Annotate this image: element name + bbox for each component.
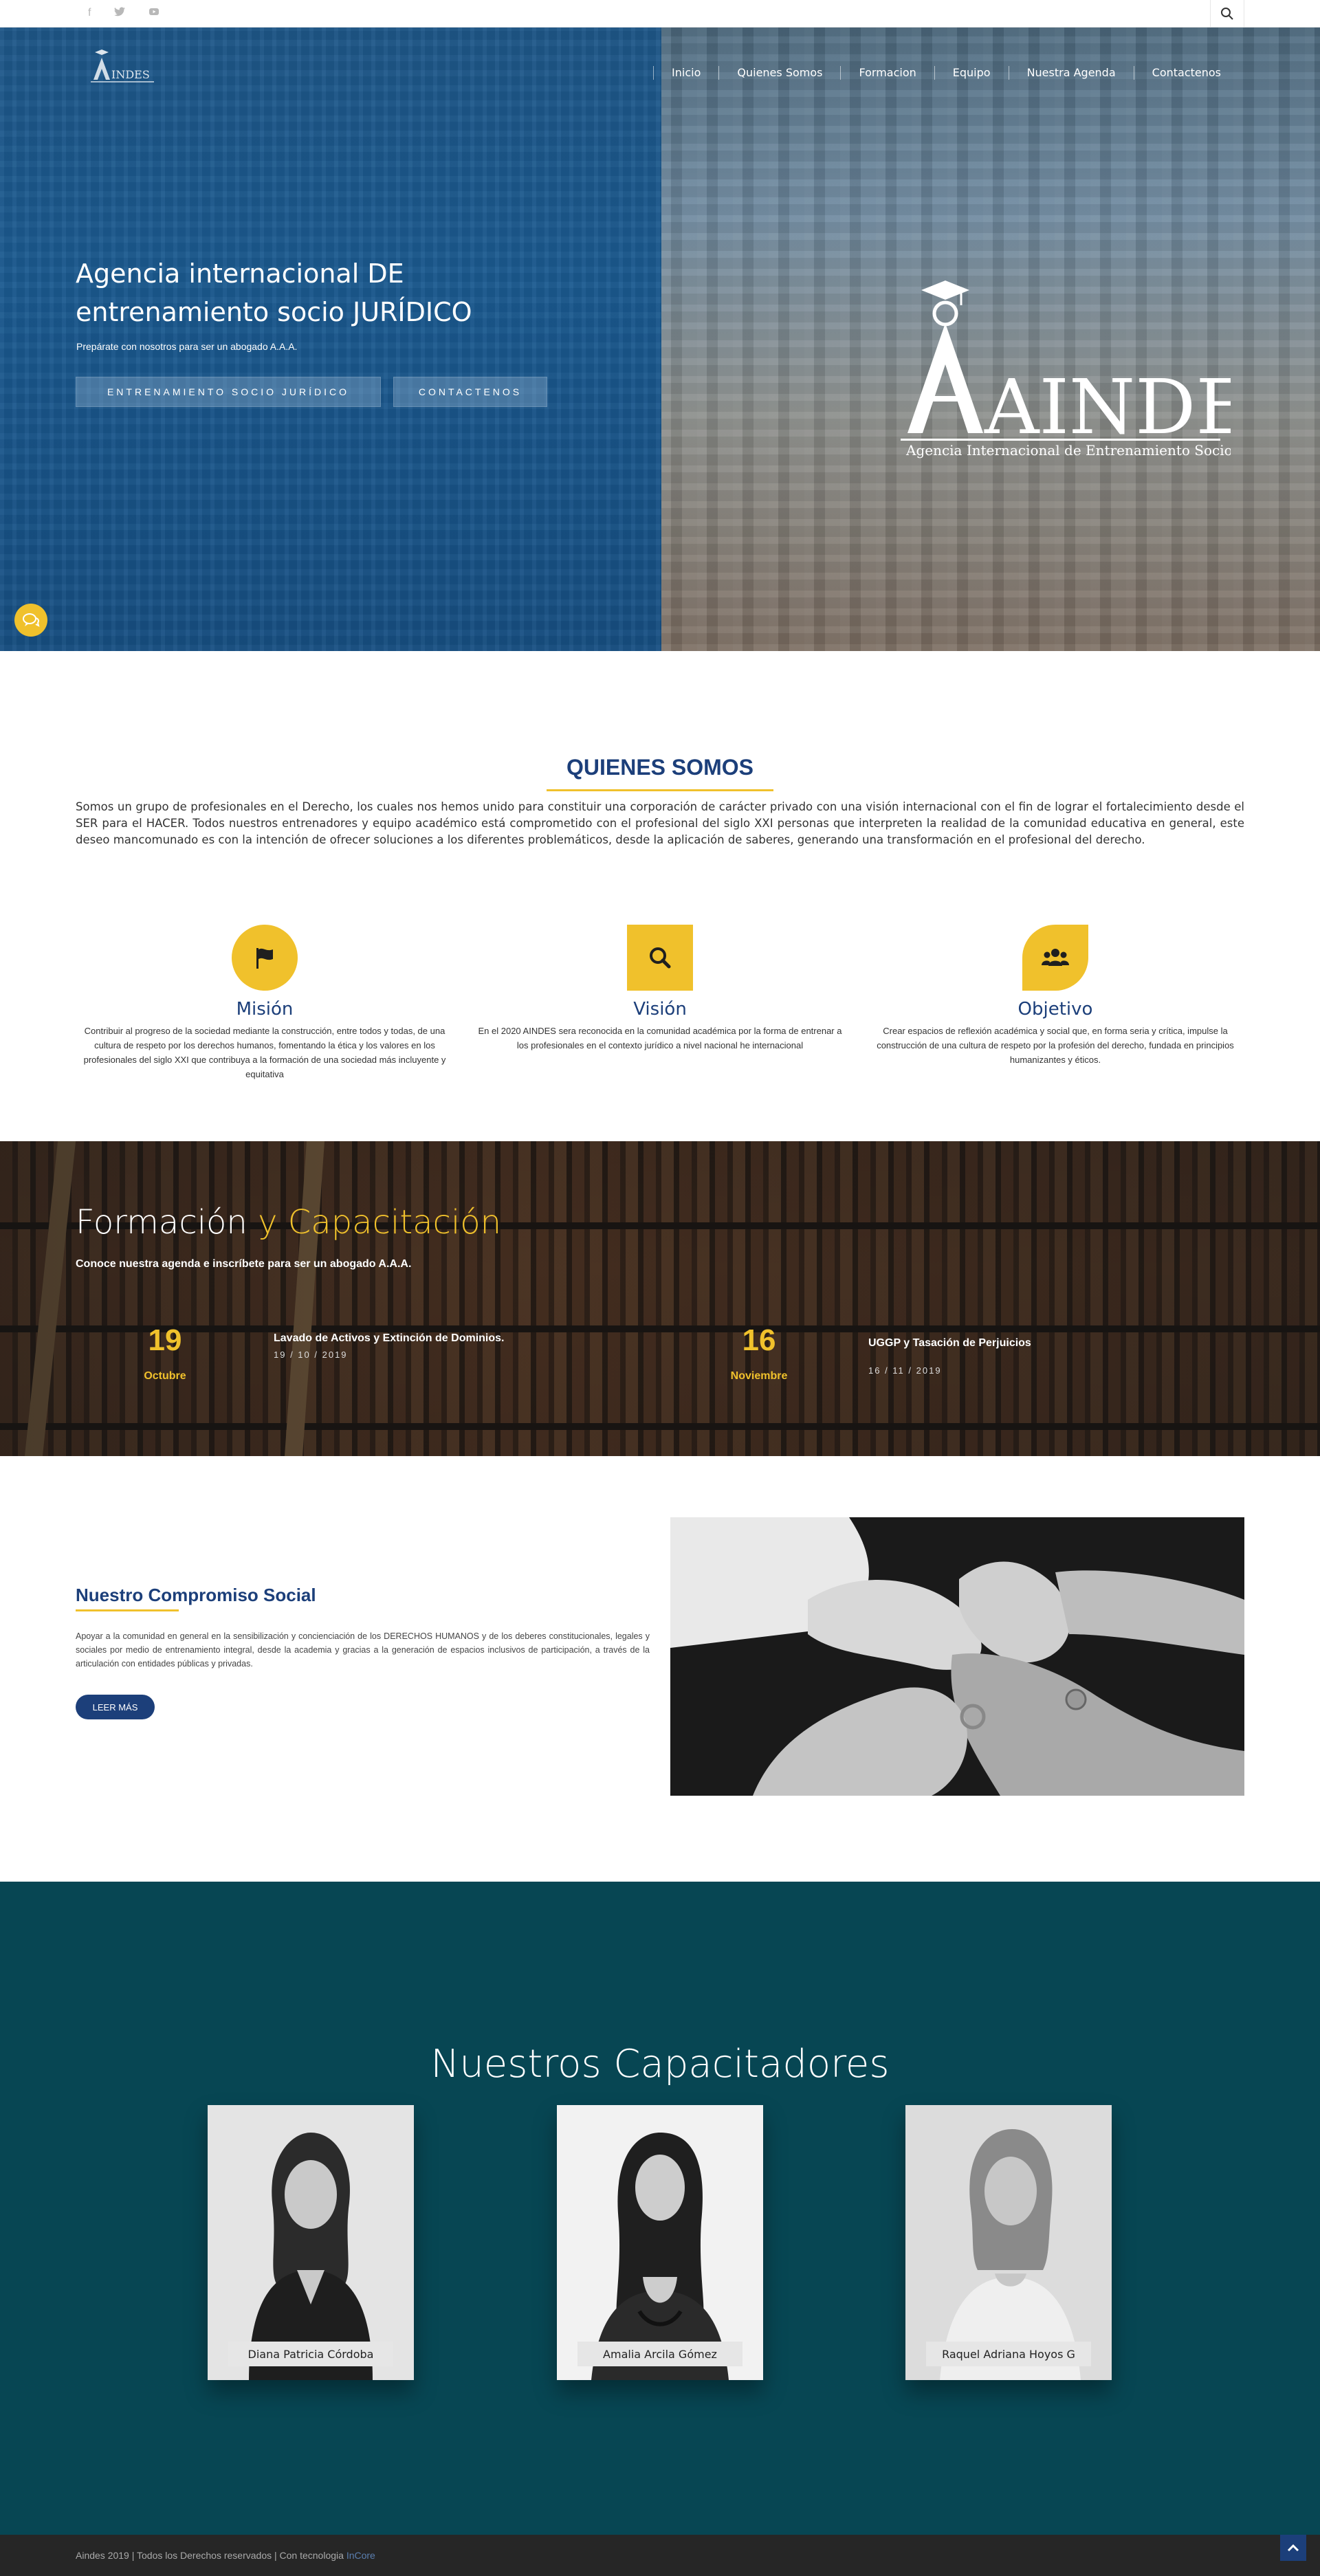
event-month: Octubre — [144, 1370, 186, 1382]
compromiso-text: Apoyar a la comunidad en general en la s… — [76, 1631, 650, 1669]
quienes-somos-text: Somos un grupo de profesionales en el De… — [76, 800, 1244, 846]
nav-item-quienes-somos[interactable]: Quienes Somos — [718, 66, 840, 80]
users-icon — [1022, 925, 1088, 991]
hero-subtitle: Prepárate con nosotros para ser un aboga… — [76, 341, 298, 352]
flag-icon — [232, 925, 298, 991]
quienes-somos-title: QUIENES SOMOS — [566, 755, 754, 780]
feature-title: Visión — [633, 999, 687, 1020]
nav-item-formacion[interactable]: Formacion — [840, 66, 934, 80]
formacion-title-part1: Formación — [76, 1203, 248, 1242]
read-more-button[interactable]: LEER MÁS — [76, 1695, 155, 1719]
search-icon — [627, 925, 693, 991]
event-title[interactable]: Lavado de Activos y Extinción de Dominio… — [274, 1332, 504, 1345]
feature-text: Contribuir al progreso de la sociedad me… — [83, 1026, 446, 1079]
event-month: Noviembre — [730, 1370, 788, 1382]
footer: Aindes 2019 | Todos los Derechos reserva… — [0, 2535, 1320, 2576]
nav-item-contactenos[interactable]: Contactenos — [1133, 66, 1239, 80]
trainer-photo — [905, 2105, 1112, 2380]
facebook-icon[interactable]: f — [88, 7, 91, 20]
hero-section: INDES Inicio Quienes Somos Formacion Equ… — [0, 27, 1320, 651]
trainer-name: Amalia Arcila Gómez — [578, 2342, 742, 2366]
aindes-logo: AINDES Agencia Internacional de Entrenam… — [901, 280, 1231, 459]
capacitadores-title: Nuestros Capacitadores — [430, 2042, 890, 2087]
aindes-logo-text: AINDES — [984, 363, 1231, 451]
title-underline — [547, 789, 773, 791]
svg-text:INDES: INDES — [111, 68, 150, 81]
chat-icon — [23, 613, 40, 627]
event-day: 19 — [148, 1323, 182, 1357]
main-nav: Inicio Quienes Somos Formacion Equipo Nu… — [653, 66, 1239, 80]
footer-copyright: Aindes 2019 | Todos los Derechos reserva… — [76, 2550, 344, 2561]
footer-link[interactable]: InCore — [346, 2550, 375, 2561]
trainer-photo — [557, 2105, 763, 2380]
feature-title: Objetivo — [1018, 999, 1093, 1020]
event-date: 16 / 11 / 2019 — [868, 1365, 942, 1376]
feature-text: En el 2020 AINDES sera reconocida en la … — [478, 1026, 842, 1050]
hands-image — [670, 1517, 1244, 1796]
back-to-top-button[interactable] — [1280, 2535, 1306, 2561]
nav-item-inicio[interactable]: Inicio — [653, 66, 718, 80]
search-button[interactable] — [1210, 0, 1244, 27]
contact-button[interactable]: CONTACTENOS — [393, 377, 547, 407]
aindes-logo-tagline: Agencia Internacional de Entrenamiento S… — [905, 442, 1231, 459]
feature-text: Crear espacios de reflexión académica y … — [877, 1026, 1234, 1065]
twitter-icon[interactable] — [114, 7, 126, 20]
social-links: f — [88, 7, 160, 20]
event-day: 16 — [742, 1323, 776, 1357]
chevron-up-icon — [1287, 2544, 1299, 2552]
page: f INDES Inicio Quienes Somos Formacion E… — [0, 0, 1320, 2576]
site-logo[interactable]: INDES — [81, 48, 157, 89]
nav-item-nuestra-agenda[interactable]: Nuestra Agenda — [1008, 66, 1134, 80]
formacion-subtitle: Conoce nuestra agenda e inscríbete para … — [76, 1258, 412, 1270]
title-underline — [76, 1609, 179, 1611]
footer-text: Aindes 2019 | Todos los Derechos reserva… — [76, 2550, 375, 2561]
trainer-card[interactable]: Amalia Arcila Gómez — [557, 2105, 763, 2380]
training-button[interactable]: ENTRENAMIENTO SOCIO JURÍDICO — [76, 377, 381, 407]
chat-button[interactable] — [14, 604, 47, 637]
formacion-title-part2: y Capacitación — [258, 1203, 502, 1242]
feature-vision: Visión En el 2020 AINDES sera reconocida… — [474, 925, 846, 1053]
search-icon — [1221, 8, 1233, 20]
formacion-section — [0, 1141, 1320, 1456]
trainer-card[interactable]: Diana Patricia Córdoba — [208, 2105, 414, 2380]
trainer-name: Diana Patricia Córdoba — [228, 2342, 393, 2366]
trainer-photo — [208, 2105, 414, 2380]
trainer-name: Raquel Adriana Hoyos G — [926, 2342, 1091, 2366]
feature-mision: Misión Contribuir al progreso de la soci… — [79, 925, 450, 1081]
youtube-icon[interactable] — [148, 7, 160, 20]
hero-left-panel — [0, 27, 661, 651]
formacion-title: Formación y Capacitación — [76, 1203, 501, 1242]
nav-item-equipo[interactable]: Equipo — [934, 66, 1009, 80]
top-bar: f — [0, 0, 1320, 27]
feature-title: Misión — [236, 999, 294, 1020]
event-date: 19 / 10 / 2019 — [274, 1350, 348, 1360]
compromiso-title: Nuestro Compromiso Social — [76, 1585, 316, 1605]
trainer-card[interactable]: Raquel Adriana Hoyos G — [905, 2105, 1112, 2380]
feature-objetivo: Objetivo Crear espacios de reflexión aca… — [870, 925, 1241, 1067]
event-title[interactable]: UGGP y Tasación de Perjuicios — [868, 1337, 1031, 1350]
hero-title: Agencia internacional DE entrenamiento s… — [76, 258, 472, 327]
section-overlay — [0, 1141, 1320, 1456]
